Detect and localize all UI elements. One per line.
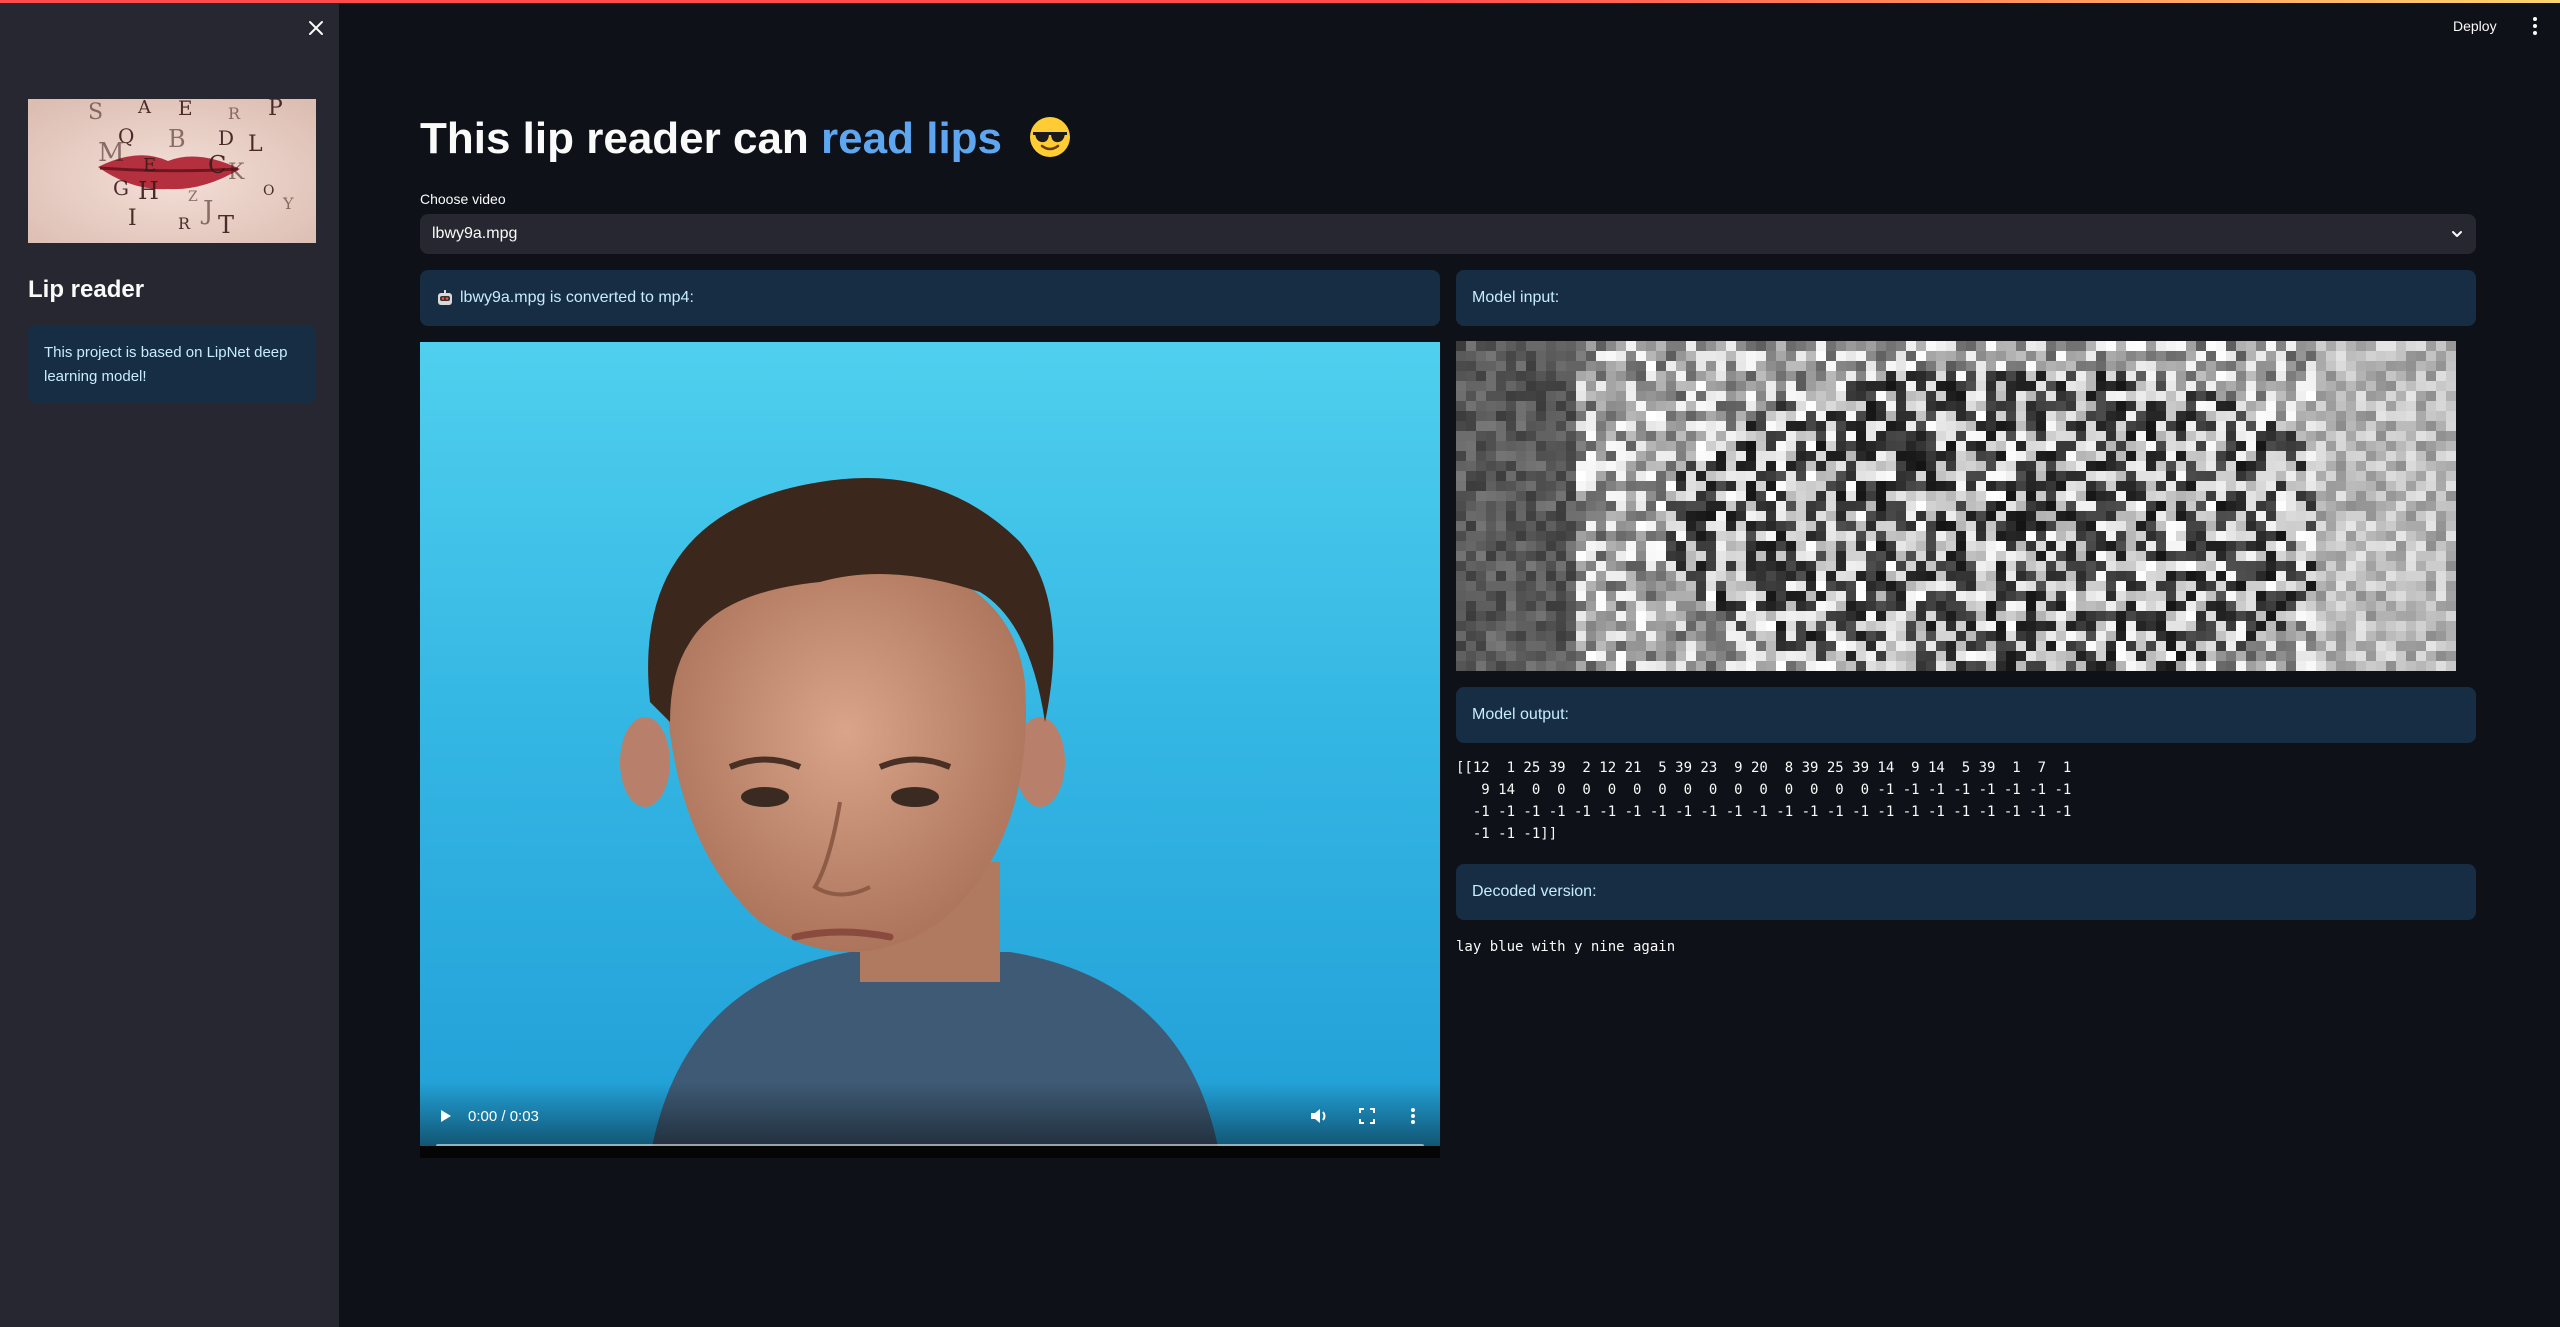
lips-image-letter: P: [268, 99, 283, 121]
video-letterbox: [420, 1146, 1440, 1158]
model-input-grayscale-frame: [1456, 341, 2456, 671]
lips-image-letter: M: [98, 138, 125, 168]
decoded-version-label: Decoded version:: [1472, 883, 1597, 900]
sidebar-title: Lip reader: [28, 276, 145, 303]
converted-info-alert: lbwy9a.mpg is converted to mp4:: [420, 270, 1440, 326]
kebab-menu-icon: [2533, 17, 2537, 21]
decoded-version-alert: Decoded version:: [1456, 864, 2476, 920]
play-icon: [441, 1110, 451, 1122]
lips-image-letter: B: [168, 125, 186, 153]
fullscreen-button[interactable]: [1353, 1102, 1381, 1130]
page-title-accent: read lips: [821, 114, 1003, 163]
fullscreen-icon: [1359, 1108, 1375, 1124]
model-input-label: Model input:: [1472, 289, 1560, 306]
lips-image-letter: R: [178, 214, 191, 233]
lips-image-letter: S: [88, 100, 103, 125]
page-title-text: This lip reader can: [420, 114, 809, 163]
model-output-alert: Model output:: [1456, 687, 2476, 743]
lips-image-letter: K: [228, 160, 245, 185]
sidebar-close-button[interactable]: [302, 14, 330, 42]
lips-image-letter: R: [228, 104, 241, 123]
choose-video-select[interactable]: lbwy9a.mpg: [420, 214, 2476, 254]
lips-image-letter: E: [178, 99, 193, 120]
close-icon: [309, 21, 323, 35]
lips-image-letter: E: [143, 155, 156, 176]
lips-image-letter: J: [200, 196, 213, 226]
top-decoration-bar: [0, 0, 2560, 3]
main-menu-button[interactable]: [2525, 12, 2545, 40]
sidebar: SAERPQBDLMECKGHZIRJTOY Lip reader This p…: [0, 0, 339, 1327]
play-button[interactable]: [434, 1102, 458, 1130]
decoded-text: lay blue with y nine again: [1456, 939, 1676, 955]
page-title: This lip reader can read lips: [420, 114, 1072, 164]
lips-image-letter: C: [208, 151, 226, 179]
lips-image-letter: L: [248, 132, 263, 157]
model-output-code: [[12 1 25 39 2 12 21 5 39 23 9 20 8 39 2…: [1456, 760, 2072, 842]
lips-image-letter: G: [113, 176, 129, 200]
sunglasses-emoji-icon: [1030, 117, 1071, 158]
lips-image-letter: Y: [282, 194, 294, 213]
lips-image-letter: T: [218, 211, 234, 239]
more-vertical-icon: [1411, 1108, 1415, 1124]
lips-image-letter: Z: [188, 189, 198, 205]
lips-image-letter: D: [218, 126, 234, 150]
choose-video-label: Choose video: [420, 191, 506, 207]
lips-image-letter: H: [138, 177, 159, 205]
chevron-down-icon: [2452, 231, 2462, 237]
volume-icon: [1311, 1109, 1326, 1123]
video-player[interactable]: 0:00 / 0:03: [420, 342, 1440, 1158]
lips-image-letter: I: [128, 206, 137, 231]
robot-emoji-icon: [438, 290, 452, 305]
lips-image-letter: A: [137, 99, 152, 118]
video-frame-speaker: [620, 478, 1220, 1158]
lips-letters-illustration: S A E R PQ B D LM E C KG H ZI R J TOY: [28, 99, 316, 243]
sidebar-info-alert: This project is based on LipNet deep lea…: [28, 325, 316, 403]
video-more-options-button[interactable]: [1401, 1102, 1425, 1130]
lips-image-letter: O: [263, 183, 274, 199]
deploy-button[interactable]: Deploy: [2453, 12, 2497, 40]
video-time-display: 0:00 / 0:03: [468, 1108, 539, 1125]
sidebar-lips-image: SAERPQBDLMECKGHZIRJTOY: [28, 99, 316, 243]
model-input-frame-image: [1456, 341, 2456, 671]
mute-button[interactable]: [1305, 1102, 1333, 1130]
converted-info-text: lbwy9a.mpg is converted to mp4:: [460, 289, 694, 306]
model-output-label: Model output:: [1472, 706, 1569, 723]
choose-video-selected-value: lbwy9a.mpg: [432, 225, 518, 242]
model-input-alert: Model input:: [1456, 270, 2476, 326]
